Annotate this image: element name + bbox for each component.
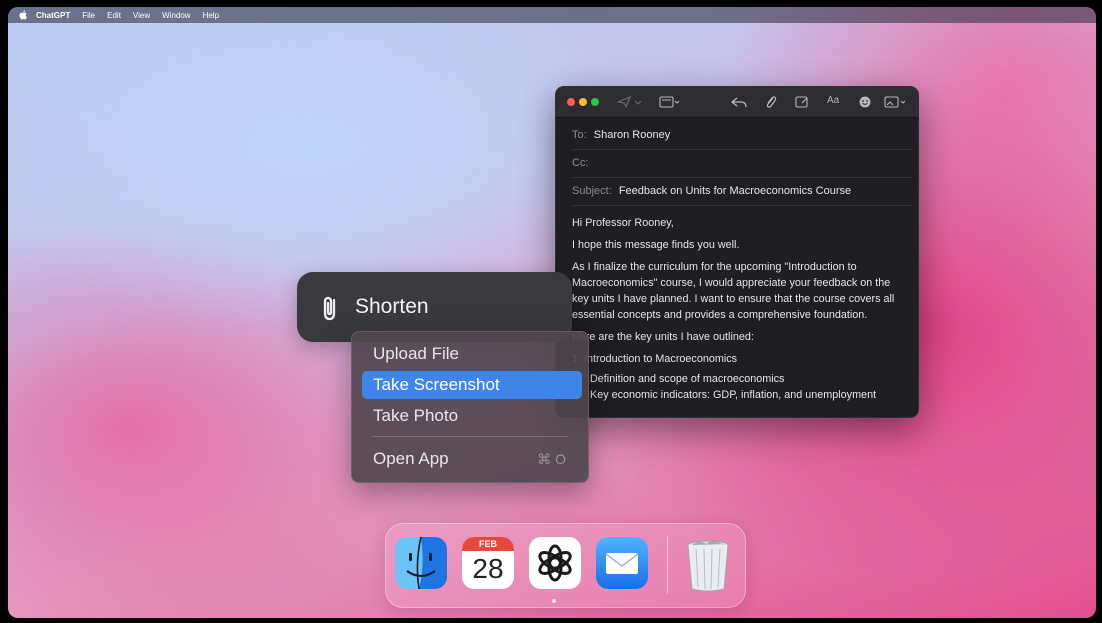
chatgpt-icon[interactable] bbox=[529, 537, 581, 589]
trash-icon[interactable] bbox=[682, 537, 734, 592]
menu-item-label: Open App bbox=[373, 449, 449, 468]
finder-icon[interactable] bbox=[395, 537, 447, 589]
menu-view[interactable]: View bbox=[133, 11, 150, 20]
to-recipient[interactable]: Sharon Rooney bbox=[594, 129, 670, 141]
calendar-icon[interactable]: FEB 28 bbox=[462, 537, 514, 589]
body-paragraph: I hope this message finds you well. bbox=[572, 239, 740, 251]
menu-item-label: Take Screenshot bbox=[373, 375, 500, 394]
menu-item-open-app[interactable]: Open App ⌘ O bbox=[362, 445, 582, 473]
subject-value[interactable]: Feedback on Units for Macroeconomics Cou… bbox=[619, 185, 851, 197]
body-paragraph: Here are the key units I have outlined: bbox=[572, 331, 754, 343]
menu-app-name[interactable]: ChatGPT bbox=[36, 11, 70, 20]
shorten-label: Shorten bbox=[355, 295, 429, 318]
apple-menu-icon[interactable] bbox=[18, 10, 28, 20]
dock: FEB 28 bbox=[385, 523, 746, 608]
paperclip-icon[interactable] bbox=[317, 294, 343, 322]
to-label: To: bbox=[572, 129, 587, 141]
menu-help[interactable]: Help bbox=[203, 11, 219, 20]
body-paragraph: As I finalize the curriculum for the upc… bbox=[572, 261, 895, 321]
keyboard-shortcut: ⌘ O bbox=[537, 451, 566, 467]
send-chevron-icon[interactable] bbox=[634, 95, 642, 109]
menu-bar: ChatGPT File Edit View Window Help bbox=[8, 7, 1096, 23]
message-body[interactable]: Hi Professor Rooney, I hope this message… bbox=[572, 215, 908, 403]
to-field[interactable]: To: Sharon Rooney bbox=[572, 129, 912, 141]
attachment-icon[interactable] bbox=[763, 95, 779, 109]
bullet-item: Key economic indicators: GDP, inflation,… bbox=[590, 387, 908, 403]
cc-field[interactable]: Cc: bbox=[572, 157, 912, 169]
subject-label: Subject: bbox=[572, 185, 612, 197]
markup-icon[interactable] bbox=[794, 95, 810, 109]
menu-separator bbox=[372, 436, 568, 437]
mail-toolbar: Aa bbox=[556, 87, 918, 118]
divider bbox=[572, 149, 912, 150]
dock-separator bbox=[667, 536, 668, 594]
emoji-icon[interactable] bbox=[857, 95, 873, 109]
running-indicator bbox=[552, 599, 556, 603]
bullet-item: Definition and scope of macroeconomics bbox=[590, 371, 908, 387]
zoom-window-button[interactable] bbox=[591, 98, 599, 106]
cc-label: Cc: bbox=[572, 157, 589, 169]
minimize-window-button[interactable] bbox=[579, 98, 587, 106]
attachment-menu: Upload File Take Screenshot Take Photo O… bbox=[351, 331, 589, 483]
menu-item-take-screenshot[interactable]: Take Screenshot bbox=[362, 371, 582, 399]
close-window-button[interactable] bbox=[567, 98, 575, 106]
divider bbox=[572, 177, 912, 178]
menu-file[interactable]: File bbox=[82, 11, 95, 20]
desktop: ChatGPT File Edit View Window Help Aa To… bbox=[8, 7, 1096, 618]
mail-icon[interactable] bbox=[596, 537, 648, 589]
divider bbox=[572, 205, 912, 206]
reply-icon[interactable] bbox=[730, 95, 748, 109]
unit-heading: 1. Introduction to Macroeconomics bbox=[572, 353, 738, 365]
photo-browser-icon[interactable] bbox=[884, 95, 908, 109]
calendar-day: 28 bbox=[472, 553, 504, 584]
calendar-month: FEB bbox=[462, 537, 514, 551]
menu-item-upload-file[interactable]: Upload File bbox=[362, 340, 582, 368]
menu-item-label: Take Photo bbox=[373, 406, 459, 425]
unit-bullets: Definition and scope of macroeconomics K… bbox=[572, 371, 908, 403]
mail-compose-window: Aa To: Sharon Rooney Cc: Subject: Feedba… bbox=[555, 86, 919, 418]
header-fields-icon[interactable] bbox=[659, 95, 681, 109]
menu-edit[interactable]: Edit bbox=[107, 11, 121, 20]
greeting: Hi Professor Rooney, bbox=[572, 217, 674, 229]
menu-window[interactable]: Window bbox=[162, 11, 190, 20]
menu-item-label: Upload File bbox=[373, 344, 459, 363]
format-text-icon[interactable]: Aa bbox=[827, 95, 839, 106]
send-icon[interactable] bbox=[616, 95, 632, 109]
menu-item-take-photo[interactable]: Take Photo bbox=[362, 402, 582, 430]
subject-field[interactable]: Subject: Feedback on Units for Macroecon… bbox=[572, 185, 912, 197]
